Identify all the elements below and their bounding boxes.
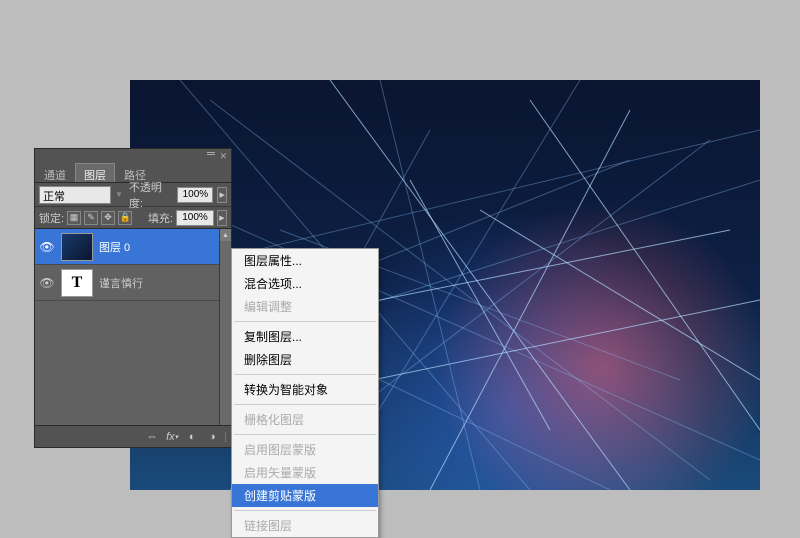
- menu-separator: [234, 510, 376, 511]
- tab-layers[interactable]: 图层: [75, 163, 115, 182]
- layers-panel: ✕ 通道 图层 路径 正常 ▼ 不透明度: 100% ▶ 锁定: ▦ ✎ ✥ 🔒…: [34, 148, 232, 448]
- separator: |: [224, 431, 227, 443]
- layer-thumbnail[interactable]: T: [61, 269, 93, 297]
- fill-flyout-icon[interactable]: ▶: [217, 210, 227, 226]
- chevron-down-icon: ▼: [115, 190, 123, 199]
- menu-enable-vector-mask: 启用矢量蒙版: [232, 461, 378, 484]
- layer-row[interactable]: 👁 T 谨言慎行: [35, 265, 231, 301]
- blend-mode-select[interactable]: 正常: [39, 186, 111, 204]
- menu-edit-adjustment: 编辑调整: [232, 295, 378, 318]
- menu-rasterize-layer: 栅格化图层: [232, 408, 378, 431]
- link-icon[interactable]: ⇔: [144, 430, 160, 444]
- layer-name[interactable]: 谨言慎行: [99, 275, 143, 291]
- fill-input[interactable]: 100%: [176, 210, 214, 226]
- visibility-icon[interactable]: 👁: [39, 239, 55, 255]
- layer-thumbnail[interactable]: [61, 233, 93, 261]
- close-icon[interactable]: ✕: [219, 151, 227, 162]
- visibility-icon[interactable]: 👁: [39, 275, 55, 291]
- menu-convert-smart-object[interactable]: 转换为智能对象: [232, 378, 378, 401]
- layers-list: 👁 图层 0 👁 T 谨言慎行 ▲: [35, 229, 231, 425]
- menu-layer-properties[interactable]: 图层属性...: [232, 249, 378, 272]
- adjustment-icon[interactable]: ◑: [204, 430, 220, 444]
- scrollbar[interactable]: ▲: [219, 229, 231, 425]
- menu-separator: [234, 374, 376, 375]
- tab-channels[interactable]: 通道: [35, 163, 75, 182]
- layer-row[interactable]: 👁 图层 0: [35, 229, 231, 265]
- lock-all-icon[interactable]: 🔒: [118, 211, 132, 225]
- fx-icon[interactable]: fx▾: [164, 430, 180, 444]
- lock-position-icon[interactable]: ✥: [101, 211, 115, 225]
- mask-icon[interactable]: ◐: [184, 430, 200, 444]
- menu-link-layers: 链接图层: [232, 514, 378, 537]
- menu-separator: [234, 434, 376, 435]
- lock-pixels-icon[interactable]: ✎: [84, 211, 98, 225]
- menu-separator: [234, 321, 376, 322]
- collapse-icon[interactable]: [207, 152, 215, 160]
- lock-transparent-icon[interactable]: ▦: [67, 211, 81, 225]
- opacity-input[interactable]: 100%: [177, 187, 213, 203]
- fill-label: 填充:: [148, 210, 173, 226]
- menu-blending-options[interactable]: 混合选项...: [232, 272, 378, 295]
- scroll-up-icon[interactable]: ▲: [220, 229, 231, 241]
- menu-enable-layer-mask: 启用图层蒙版: [232, 438, 378, 461]
- menu-duplicate-layer[interactable]: 复制图层...: [232, 325, 378, 348]
- opacity-label: 不透明度:: [129, 179, 173, 211]
- lock-label: 锁定:: [39, 210, 64, 226]
- menu-create-clipping-mask[interactable]: 创建剪贴蒙版: [232, 484, 378, 507]
- layer-name[interactable]: 图层 0: [99, 239, 130, 255]
- context-menu: 图层属性... 混合选项... 编辑调整 复制图层... 删除图层 转换为智能对…: [231, 248, 379, 538]
- menu-separator: [234, 404, 376, 405]
- opacity-flyout-icon[interactable]: ▶: [217, 187, 227, 203]
- panel-bottom-toolbar: ⇔ fx▾ ◐ ◑ |: [35, 425, 231, 447]
- menu-delete-layer[interactable]: 删除图层: [232, 348, 378, 371]
